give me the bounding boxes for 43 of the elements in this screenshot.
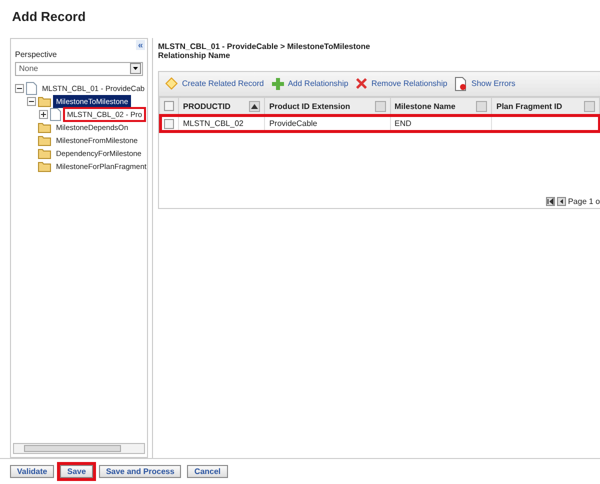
toolbar-button[interactable]: Show Errors <box>455 76 516 91</box>
table-cell: ProvideCable <box>269 119 318 128</box>
document-icon <box>50 108 61 121</box>
expander-icon[interactable] <box>39 110 48 119</box>
column-header[interactable]: PRODUCTID <box>178 97 265 116</box>
error-document-icon <box>455 76 468 91</box>
select-all-checkbox[interactable] <box>164 101 174 112</box>
toolbar-button[interactable]: Remove Relationship <box>356 76 448 91</box>
dialog-title: Add Record <box>11 8 87 26</box>
cross-icon <box>356 78 368 90</box>
document-icon <box>26 82 37 95</box>
relationship-heading: Relationship Name <box>158 50 232 60</box>
footer-button[interactable]: Save <box>60 465 93 478</box>
horizontal-scrollbar[interactable] <box>13 443 145 454</box>
folder-icon <box>38 96 51 107</box>
table-cell: END <box>394 119 412 128</box>
table-cell: MLSTN_CBL_02 <box>183 119 244 128</box>
expander-icon[interactable] <box>27 96 36 106</box>
footer-button[interactable]: Cancel <box>187 465 228 478</box>
perspective-label: Perspective <box>14 48 58 60</box>
footer-button[interactable]: Validate <box>10 465 54 478</box>
column-header[interactable]: Product ID Extension <box>264 97 390 116</box>
column-header[interactable]: Plan Fragment ID <box>492 97 600 116</box>
toolbar-button[interactable]: Add Relationship <box>272 76 348 91</box>
column-header[interactable]: Milestone Name <box>390 97 492 116</box>
plus-icon <box>272 78 284 90</box>
first-page-icon[interactable] <box>546 196 555 206</box>
folder-icon <box>38 148 51 159</box>
folder-icon <box>38 134 51 146</box>
diamond-icon <box>165 77 178 90</box>
previous-page-icon[interactable] <box>556 196 566 206</box>
table-row[interactable]: MLSTN_CBL_02 ProvideCable END <box>160 115 600 132</box>
perspective-dropdown[interactable]: None <box>15 62 143 76</box>
expander-icon[interactable] <box>15 84 24 93</box>
toolbar-button[interactable]: Create Related Record <box>165 76 264 91</box>
folder-icon <box>38 122 51 133</box>
page-indicator: Page 1 o <box>568 196 600 206</box>
footer-button[interactable]: Save and Process <box>98 465 182 478</box>
folder-icon <box>38 160 51 172</box>
breadcrumb: MLSTN_CBL_01 - ProvideCable > MilestoneToMilestone <box>158 42 372 51</box>
row-checkbox[interactable] <box>164 118 174 129</box>
sort-icon[interactable] <box>249 100 260 112</box>
collapse-button[interactable]: « <box>136 40 145 50</box>
